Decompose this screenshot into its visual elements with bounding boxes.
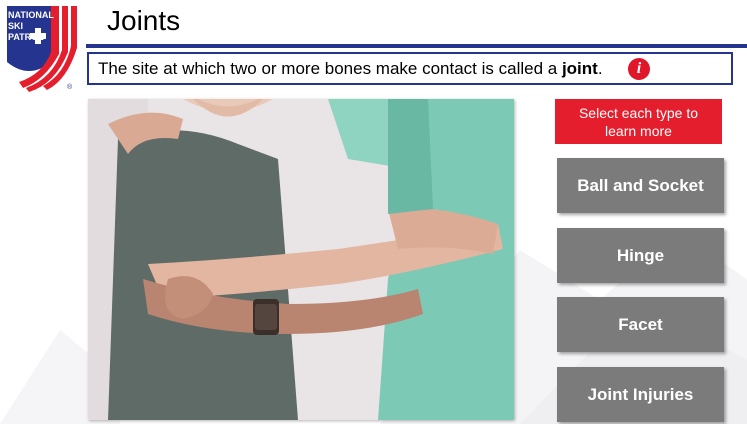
national-ski-patrol-logo: NATIONAL SKI PATROL ® <box>5 4 85 92</box>
logo-wordmark: NATIONAL SKI PATROL <box>8 10 54 43</box>
definition-text: The site at which two or more bones make… <box>98 58 562 78</box>
title-divider <box>86 44 747 48</box>
logo-line-1: NATIONAL <box>8 10 54 20</box>
definition-period: . <box>597 58 603 78</box>
joint-examination-photo <box>88 99 514 420</box>
facet-button[interactable]: Facet <box>557 297 724 352</box>
definition-term: joint <box>561 58 598 78</box>
logo-line-2: SKI <box>8 21 24 31</box>
ball-and-socket-button[interactable]: Ball and Socket <box>557 158 724 213</box>
logo-line-3: PATROL <box>8 32 44 42</box>
info-icon[interactable]: i <box>628 58 650 80</box>
instruction-banner: Select each type to learn more <box>555 99 722 144</box>
registered-mark: ® <box>67 84 73 91</box>
hinge-button[interactable]: Hinge <box>557 228 724 283</box>
joint-injuries-button[interactable]: Joint Injuries <box>557 367 724 422</box>
page-title: Joints <box>107 5 181 36</box>
